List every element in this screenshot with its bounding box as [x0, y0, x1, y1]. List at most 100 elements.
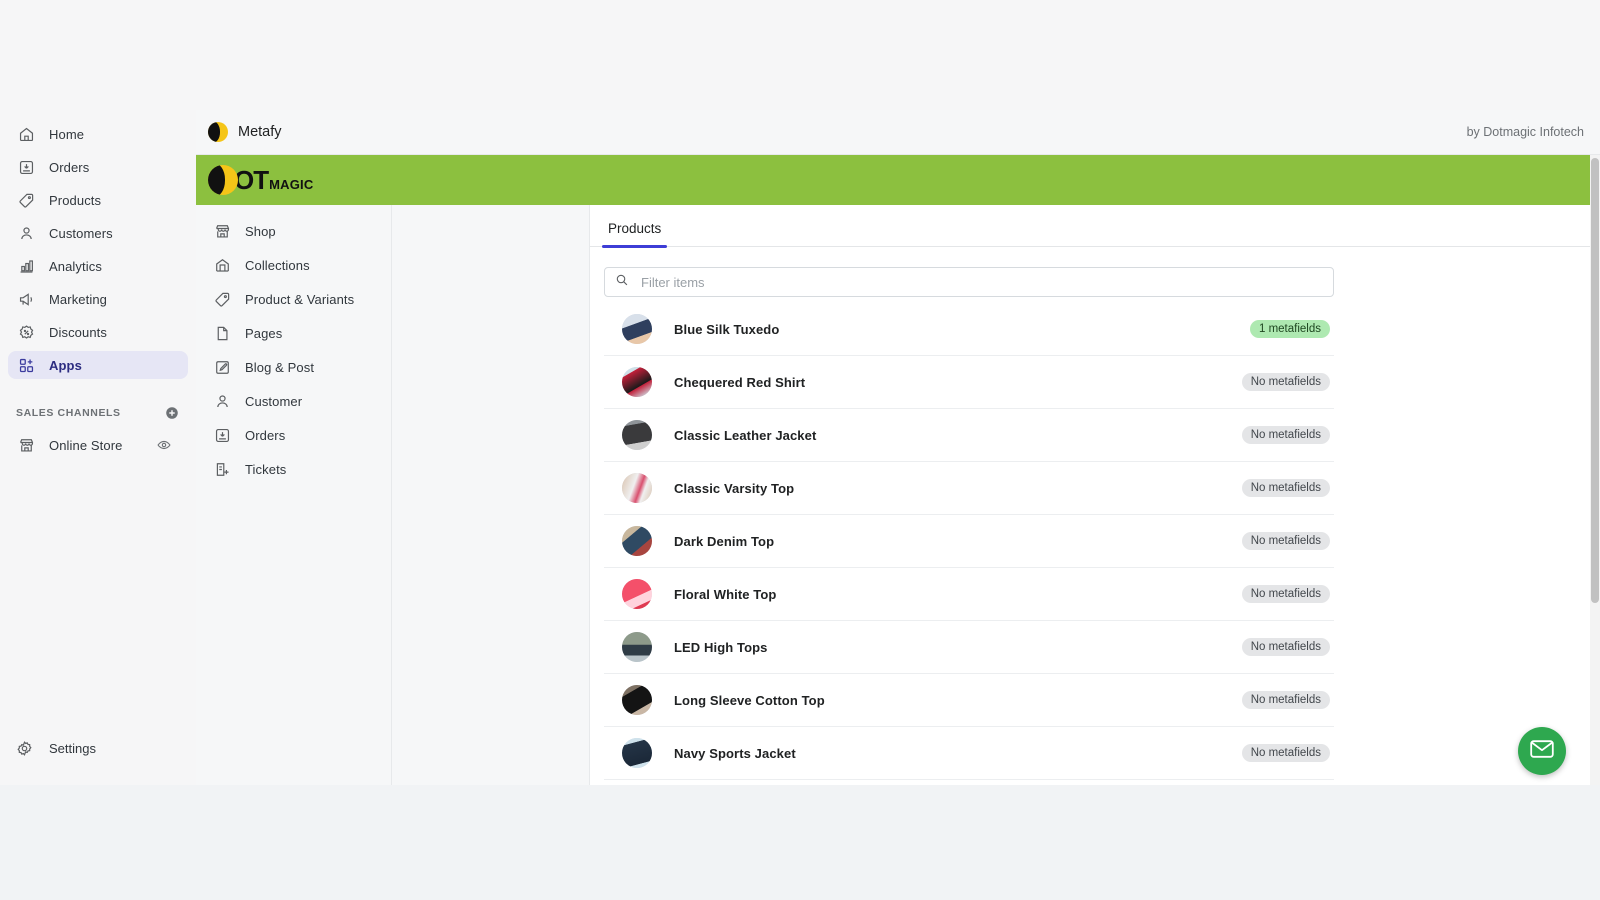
app-nav-item-label: Customer [245, 393, 303, 409]
embedded-app-frame: Metafy by Dotmagic Infotech OT MAGIC Sho… [196, 110, 1600, 785]
sidebar-item-home[interactable]: Home [8, 120, 188, 148]
product-name: Long Sleeve Cotton Top [674, 692, 825, 708]
app-nav-item-customer[interactable]: Customer [204, 387, 383, 415]
home-icon [16, 124, 36, 144]
sidebar-item-label: Discounts [49, 324, 107, 340]
sidebar-item-products[interactable]: Products [8, 186, 188, 214]
table-row[interactable]: LED High Tops No metafields [604, 621, 1334, 674]
product-thumbnail [622, 314, 652, 344]
product-name: Classic Leather Jacket [674, 427, 817, 443]
sidebar-item-online-store[interactable]: Online Store [8, 431, 188, 459]
analytics-bar-icon [16, 256, 36, 276]
app-middle-spacer [392, 205, 590, 785]
dotmagic-logo-primary: OT [234, 165, 269, 195]
sidebar-item-discounts[interactable]: Discounts [8, 318, 188, 346]
sidebar-item-orders[interactable]: Orders [8, 153, 188, 181]
sidebar-item-label: Analytics [49, 258, 102, 274]
sidebar-item-settings[interactable]: Settings [0, 735, 196, 761]
products-tag-icon [16, 190, 36, 210]
apps-grid-icon [16, 355, 36, 375]
app-nav-item-label: Collections [245, 257, 310, 273]
sidebar-item-marketing[interactable]: Marketing [8, 285, 188, 313]
product-list: Blue Silk Tuxedo 1 metafields Chequered … [604, 303, 1334, 780]
status-badge: No metafields [1241, 426, 1330, 444]
sidebar-item-label: Apps [49, 357, 82, 373]
tabs-bar: Products [590, 205, 1599, 248]
gear-icon [16, 738, 36, 758]
sidebar-item-customers[interactable]: Customers [8, 219, 188, 247]
table-row[interactable]: Classic Leather Jacket No metafields [604, 409, 1334, 462]
discounts-badge-icon [16, 322, 36, 342]
tab-products[interactable]: Products [602, 221, 668, 248]
storefront-icon [212, 221, 232, 241]
envelope-icon [1530, 739, 1554, 763]
sales-channels-title: SALES CHANNELS [16, 407, 121, 419]
collections-icon [212, 255, 232, 275]
app-nav-item-collections[interactable]: Collections [204, 251, 383, 279]
app-sidebar-nav: Shop Collections Product & Variants Page… [196, 205, 392, 785]
app-nav-item-pages[interactable]: Pages [204, 319, 383, 347]
contact-support-fab[interactable] [1518, 727, 1566, 775]
app-nav-item-blog-post[interactable]: Blog & Post [204, 353, 383, 381]
product-thumbnail [622, 632, 652, 662]
blog-pencil-icon [212, 357, 232, 377]
status-badge: 1 metafields [1249, 320, 1330, 338]
sales-channels-header: SALES CHANNELS [16, 403, 180, 423]
table-row[interactable]: Navy Sports Jacket No metafields [604, 727, 1334, 780]
app-root: Home Orders Products Customers Analytics [0, 0, 1600, 900]
customers-icon [16, 223, 36, 243]
app-nav-item-product-variants[interactable]: Product & Variants [204, 285, 383, 313]
products-tag-icon [212, 289, 232, 309]
app-nav-item-tickets[interactable]: Tickets [204, 455, 383, 483]
table-row[interactable]: Classic Varsity Top No metafields [604, 462, 1334, 515]
vertical-scrollbar-thumb[interactable] [1591, 158, 1599, 603]
status-badge: No metafields [1241, 532, 1330, 550]
sidebar-item-analytics[interactable]: Analytics [8, 252, 188, 280]
product-thumbnail [622, 473, 652, 503]
dotmagic-moon-logo-icon [208, 165, 238, 195]
status-badge: No metafields [1241, 744, 1330, 762]
table-row[interactable]: Blue Silk Tuxedo 1 metafields [604, 303, 1334, 356]
product-thumbnail [622, 579, 652, 609]
app-nav-item-label: Blog & Post [245, 359, 315, 375]
table-row[interactable]: Floral White Top No metafields [604, 568, 1334, 621]
product-name: Classic Varsity Top [674, 480, 795, 496]
search-input[interactable] [641, 274, 1323, 290]
table-row[interactable]: Chequered Red Shirt No metafields [604, 356, 1334, 409]
product-name: LED High Tops [674, 639, 768, 655]
product-name: Navy Sports Jacket [674, 745, 796, 761]
status-badge: No metafields [1241, 373, 1330, 391]
sidebar-item-label: Home [49, 126, 85, 142]
orders-icon [212, 425, 232, 445]
sidebar-item-label: Customers [49, 225, 113, 241]
filter-items-search[interactable] [604, 267, 1334, 297]
sidebar-item-label: Orders [49, 159, 90, 175]
status-badge: No metafields [1241, 479, 1330, 497]
status-badge: No metafields [1241, 691, 1330, 709]
app-nav-item-label: Product & Variants [245, 291, 355, 307]
app-nav-item-orders[interactable]: Orders [204, 421, 383, 449]
eye-icon[interactable] [156, 437, 172, 453]
dotmagic-banner: OT MAGIC [196, 155, 1600, 205]
tab-label: Products [608, 221, 662, 236]
app-nav-item-shop[interactable]: Shop [204, 217, 383, 245]
app-main-panel: Products Filter items Blue Silk Tuxedo 1… [590, 205, 1600, 785]
admin-topbar-blank [0, 0, 1600, 110]
table-row[interactable]: Long Sleeve Cotton Top No metafields [604, 674, 1334, 727]
marketing-megaphone-icon [16, 289, 36, 309]
search-icon [615, 273, 629, 292]
product-thumbnail [622, 420, 652, 450]
product-name: Blue Silk Tuxedo [674, 321, 780, 337]
sidebar-item-label: Marketing [49, 291, 107, 307]
storefront-icon [16, 435, 36, 455]
product-thumbnail [622, 367, 652, 397]
table-row[interactable]: Dark Denim Top No metafields [604, 515, 1334, 568]
plus-circle-icon[interactable] [164, 405, 180, 421]
product-thumbnail [622, 685, 652, 715]
dotmagic-logo: OT MAGIC [208, 165, 313, 195]
customers-icon [212, 391, 232, 411]
metafy-moon-logo-icon [208, 122, 228, 142]
sidebar-item-apps[interactable]: Apps [8, 351, 188, 379]
product-thumbnail [622, 738, 652, 768]
product-name: Floral White Top [674, 586, 777, 602]
